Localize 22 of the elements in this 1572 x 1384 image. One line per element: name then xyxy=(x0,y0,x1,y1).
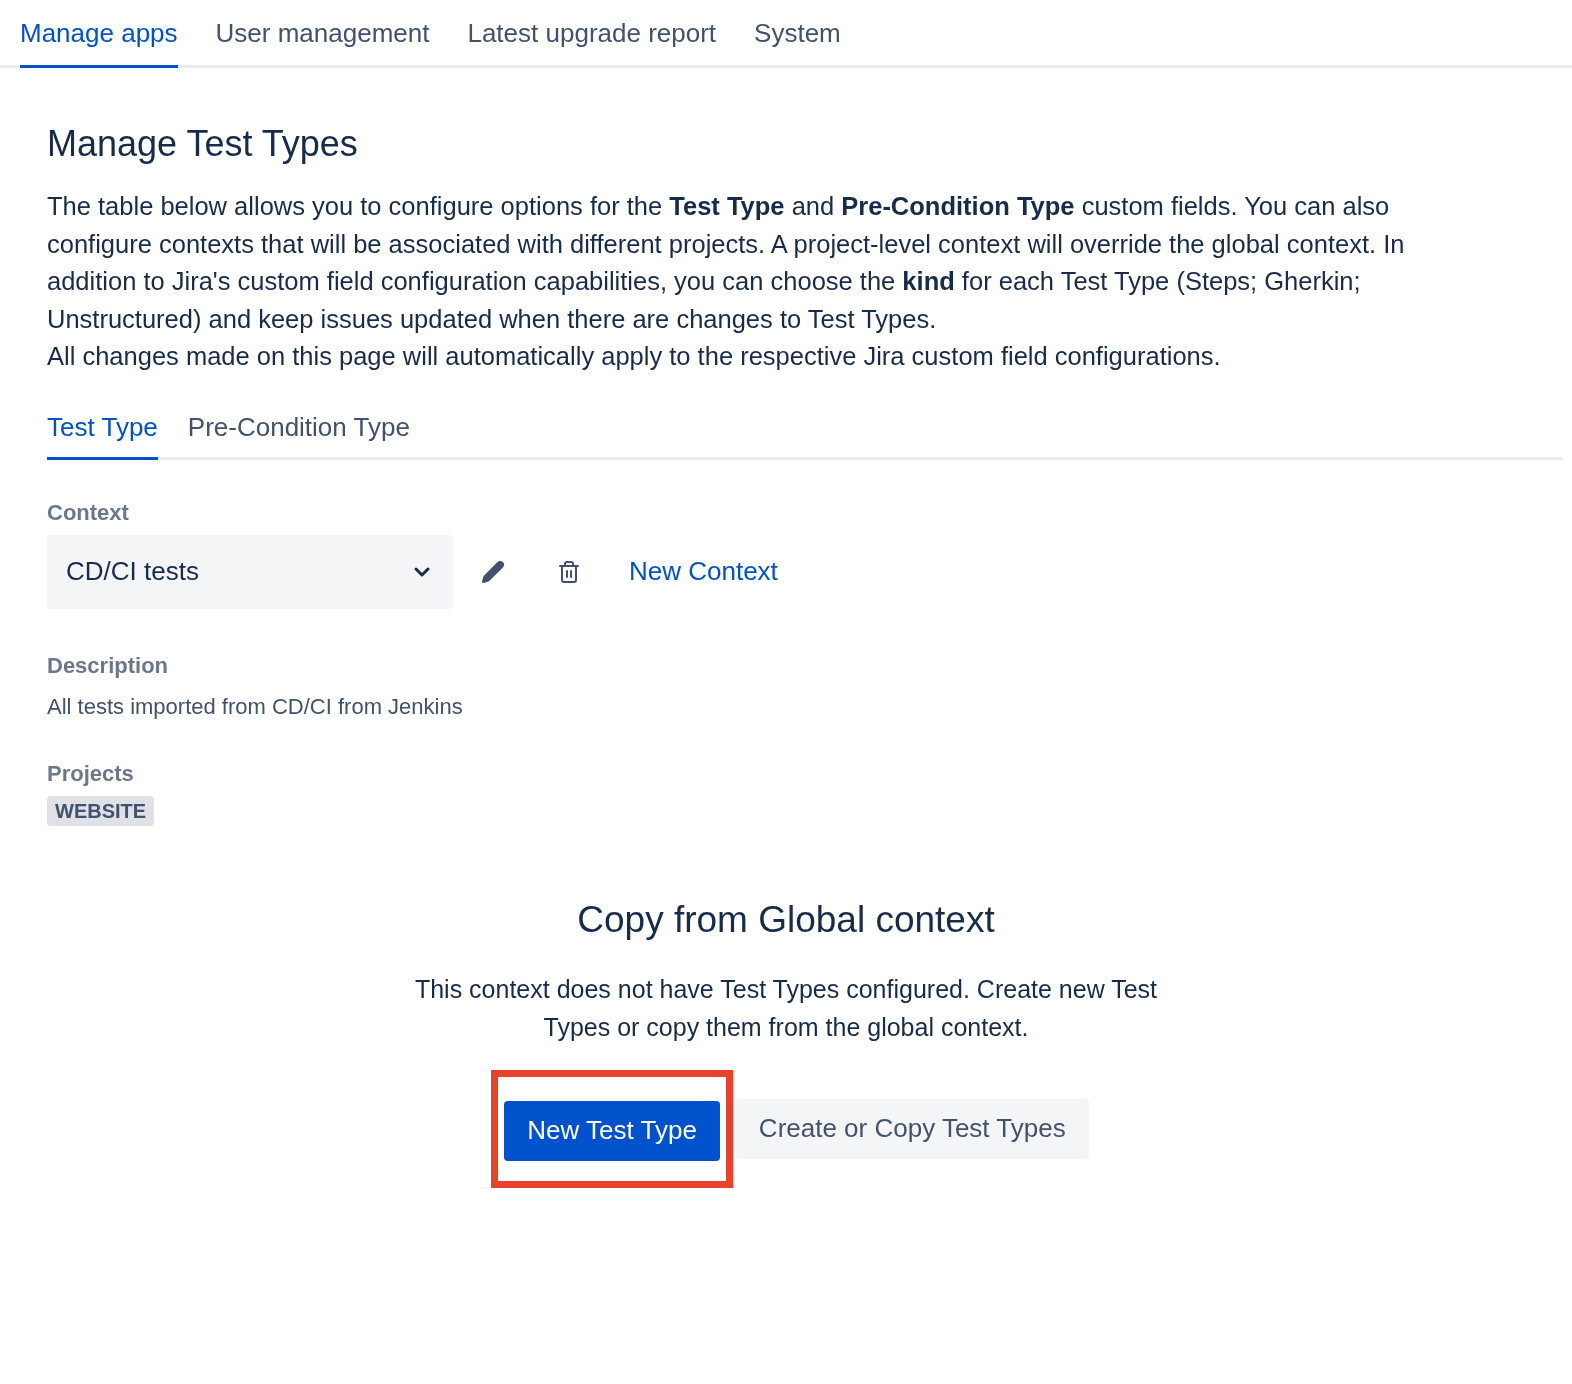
description-text: All tests imported from CD/CI from Jenkins xyxy=(47,692,464,721)
new-context-link[interactable]: New Context xyxy=(629,552,778,591)
empty-state-title: Copy from Global context xyxy=(577,897,995,942)
empty-state-text: This context does not have Test Types configured. Create new Test Types or copy them from the global context. xyxy=(413,973,1159,1043)
nav-tab[interactable]: Latest upgrade report xyxy=(467,0,717,68)
intro-paragraph: The table below allows you to configure options for the Test Type and Pre-Condition Type custom fields. You can also configure contexts that will be associated with different projects. A project-level context will override the global context. In addition to Jira's custom field configuration capabilities, you can choose the kind for each Test Type (Steps; Gherkin; Unstructured) and keep issues updated when there are changes to Test Types. xyxy=(47,191,1406,335)
field-label: Context xyxy=(47,498,130,527)
delete-icon[interactable] xyxy=(557,559,581,584)
nav-tab[interactable]: System xyxy=(754,0,841,68)
intro-paragraph: All changes made on this page will automatically apply to the respective Jira custom field configurations. xyxy=(47,341,1222,372)
primary-button[interactable]: New Test Type xyxy=(504,1100,720,1161)
field-label: Description xyxy=(47,651,170,680)
sub-tab[interactable]: Test Type xyxy=(47,407,158,460)
secondary-button[interactable]: Create or Copy Test Types xyxy=(735,1098,1089,1159)
project-tag: WEBSITE xyxy=(47,795,155,826)
edit-icon[interactable] xyxy=(481,559,505,584)
sub-tab[interactable]: Pre-Condition Type xyxy=(187,407,410,460)
field-label: Projects xyxy=(47,759,135,788)
page-title: Manage Test Types xyxy=(47,122,359,166)
context-select[interactable]: CD/CI tests xyxy=(47,534,453,609)
nav-tab[interactable]: Manage apps xyxy=(20,0,178,68)
nav-tab[interactable]: User management xyxy=(215,0,430,68)
